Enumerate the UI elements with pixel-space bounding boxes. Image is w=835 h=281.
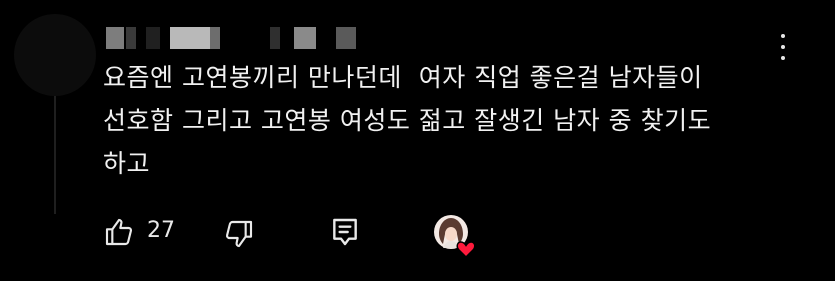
creator-heart-icon	[434, 215, 476, 259]
redaction-block	[126, 27, 136, 49]
creator-heart-badge	[433, 214, 476, 259]
redaction-block	[146, 27, 160, 49]
dot	[781, 34, 785, 38]
reply-comment-icon	[333, 218, 357, 246]
redaction-block	[210, 27, 220, 49]
dislike-button[interactable]	[223, 218, 257, 252]
thumbs-down-icon	[225, 220, 253, 248]
like-button[interactable]	[103, 216, 137, 250]
dot	[781, 45, 785, 49]
redaction-block	[294, 27, 316, 49]
thread-line	[54, 96, 56, 214]
redaction-block	[170, 27, 210, 49]
comment-text: 요즘엔 고연봉끼리 만나던데 여자 직업 좋은걸 남자들이 선호함 그리고 고연…	[103, 63, 712, 178]
commenter-avatar[interactable]	[14, 14, 96, 96]
thumbs-up-icon	[105, 218, 133, 246]
redaction-block	[106, 27, 124, 49]
redaction-block	[336, 27, 356, 49]
like-count: 27	[147, 218, 175, 243]
redaction-block	[270, 27, 280, 49]
reply-button[interactable]	[329, 216, 363, 250]
